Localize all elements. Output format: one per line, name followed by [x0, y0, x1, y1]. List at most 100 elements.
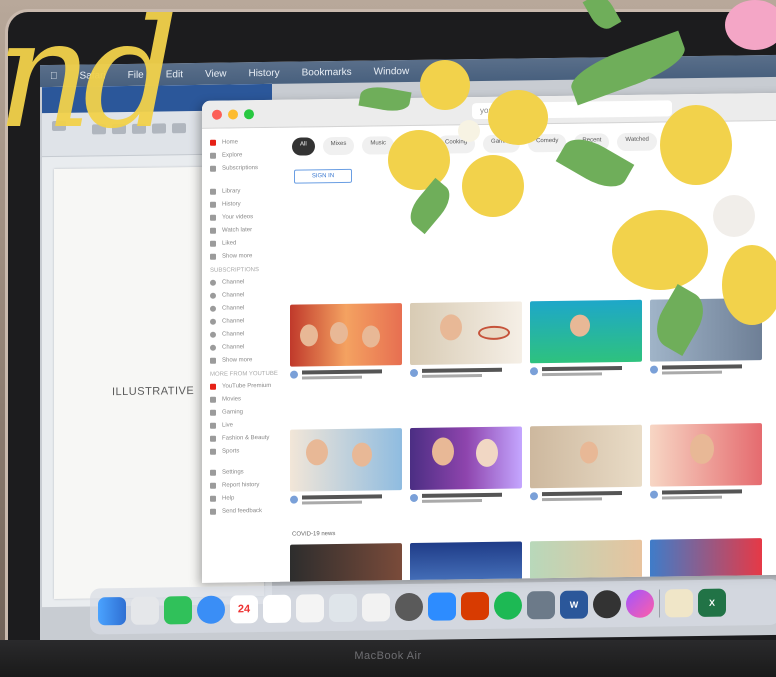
sidebar-item-library[interactable]: Library [210, 185, 280, 197]
channel-avatar[interactable] [650, 365, 658, 374]
underline-icon[interactable] [132, 123, 146, 134]
video-thumbnail[interactable] [530, 424, 642, 489]
launchpad-icon[interactable] [131, 596, 159, 625]
video-thumbnail[interactable] [290, 428, 402, 492]
video-card[interactable] [410, 426, 522, 503]
video-thumbnail[interactable] [650, 298, 762, 362]
highlight-icon[interactable] [172, 123, 186, 134]
numbers-icon[interactable] [296, 594, 324, 623]
channel-avatar[interactable] [290, 495, 298, 504]
sidebar-item-home[interactable]: Home [210, 136, 280, 148]
channel-avatar[interactable] [410, 493, 418, 502]
sidebar-item-sports[interactable]: Sports [210, 445, 280, 457]
address-bar[interactable]: youtube.com [472, 100, 672, 120]
menu-history[interactable]: History [248, 67, 279, 78]
sidebar-item-channel[interactable]: Channel [210, 276, 280, 288]
minimize-icon[interactable] [228, 109, 238, 120]
video-thumbnail[interactable] [290, 303, 402, 367]
chrome-icon[interactable] [593, 590, 621, 619]
calendar-icon[interactable]: 24 [230, 595, 258, 624]
video-card[interactable] [650, 423, 762, 500]
sidebar-item-show-more[interactable]: Show more [210, 250, 280, 262]
video-thumbnail[interactable] [650, 538, 762, 583]
maximize-icon[interactable] [244, 109, 254, 120]
sidebar-item-live[interactable]: Live [210, 419, 280, 431]
video-card[interactable] [530, 424, 642, 502]
chip[interactable]: Comedy [528, 133, 567, 153]
video-card[interactable] [530, 299, 642, 377]
sidebar-item-channel[interactable]: Channel [210, 341, 280, 353]
reminders-icon[interactable] [263, 594, 291, 624]
channel-avatar[interactable] [530, 367, 538, 376]
chip[interactable]: Recent [574, 133, 610, 152]
zoom-icon[interactable] [428, 592, 456, 621]
video-thumbnail[interactable] [290, 543, 402, 583]
menu-bookmarks[interactable]: Bookmarks [302, 66, 352, 78]
video-thumbnail[interactable] [410, 541, 522, 583]
sign-in-button[interactable]: SIGN IN [294, 168, 352, 184]
sidebar-item-subs-show-more[interactable]: Show more [210, 354, 280, 366]
channel-avatar[interactable] [290, 370, 298, 379]
chip[interactable]: Music [362, 136, 395, 155]
video-card[interactable] [290, 303, 402, 380]
word-icon[interactable]: W [560, 590, 588, 619]
sidebar-item-channel[interactable]: Channel [210, 289, 280, 301]
messenger-icon[interactable] [626, 589, 654, 618]
sidebar-item-settings[interactable]: Settings [210, 466, 280, 478]
chip[interactable]: Cooking [437, 135, 476, 154]
menu-edit[interactable]: Edit [166, 69, 183, 80]
video-card[interactable] [650, 538, 762, 583]
video-card[interactable] [650, 298, 762, 375]
sidebar-item-gaming[interactable]: Gaming [210, 406, 280, 418]
video-thumbnail[interactable] [410, 426, 522, 490]
powerpoint-icon[interactable] [461, 591, 489, 621]
paste-icon[interactable] [52, 120, 66, 131]
sidebar-item-movies[interactable]: Movies [210, 393, 280, 405]
sidebar-item-help[interactable]: Help [210, 492, 280, 504]
preview-icon[interactable] [527, 590, 555, 620]
sidebar-item-report[interactable]: Report history [210, 479, 280, 491]
video-thumbnail[interactable] [530, 539, 642, 583]
sidebar-item-explore[interactable]: Explore [210, 149, 280, 161]
chip[interactable]: Mixes [322, 136, 355, 156]
video-thumbnail[interactable] [530, 299, 642, 364]
video-thumbnail[interactable] [410, 301, 522, 365]
facetime-icon[interactable] [164, 596, 192, 625]
finder-icon[interactable] [98, 596, 126, 626]
menu-window[interactable]: Window [374, 66, 410, 77]
font-color-icon[interactable] [152, 123, 166, 134]
sidebar-item-channel[interactable]: Channel [210, 315, 280, 327]
channel-avatar[interactable] [530, 492, 538, 501]
spotify-icon[interactable] [494, 591, 522, 620]
close-icon[interactable] [212, 109, 222, 120]
video-card[interactable] [290, 543, 402, 583]
video-card[interactable] [410, 301, 522, 378]
system-preferences-icon[interactable] [395, 592, 423, 622]
italic-icon[interactable] [112, 123, 126, 135]
menu-view[interactable]: View [205, 68, 227, 79]
excel-icon[interactable]: X [698, 588, 726, 617]
video-thumbnail[interactable] [650, 423, 762, 487]
sidebar-item-channel[interactable]: Channel [210, 328, 280, 340]
apple-icon[interactable]:  [50, 70, 58, 81]
safari-icon[interactable] [197, 595, 225, 624]
channel-avatar[interactable] [410, 368, 418, 377]
sidebar-item-channel[interactable]: Channel [210, 302, 280, 314]
chip[interactable]: Gaming [483, 134, 521, 153]
sidebar-item-watch-later[interactable]: Watch later [210, 224, 280, 236]
sidebar-item-history[interactable]: History [210, 198, 280, 210]
bold-icon[interactable] [92, 124, 106, 135]
chip[interactable]: Live [402, 135, 430, 155]
keynote-icon[interactable] [329, 593, 357, 623]
menu-file[interactable]: File [128, 69, 144, 80]
sidebar-item-your-videos[interactable]: Your videos [210, 211, 280, 223]
menu-safari[interactable]: Safari [80, 70, 106, 81]
notes-icon[interactable] [362, 593, 390, 622]
sidebar-item-fashion[interactable]: Fashion & Beauty [210, 432, 280, 444]
folder-icon[interactable] [665, 589, 693, 618]
chip[interactable]: Watched [617, 132, 657, 152]
chip-all[interactable]: All [292, 137, 315, 156]
sidebar-item-subscriptions[interactable]: Subscriptions [210, 162, 280, 174]
video-card[interactable] [410, 541, 522, 583]
video-card[interactable] [530, 539, 642, 583]
